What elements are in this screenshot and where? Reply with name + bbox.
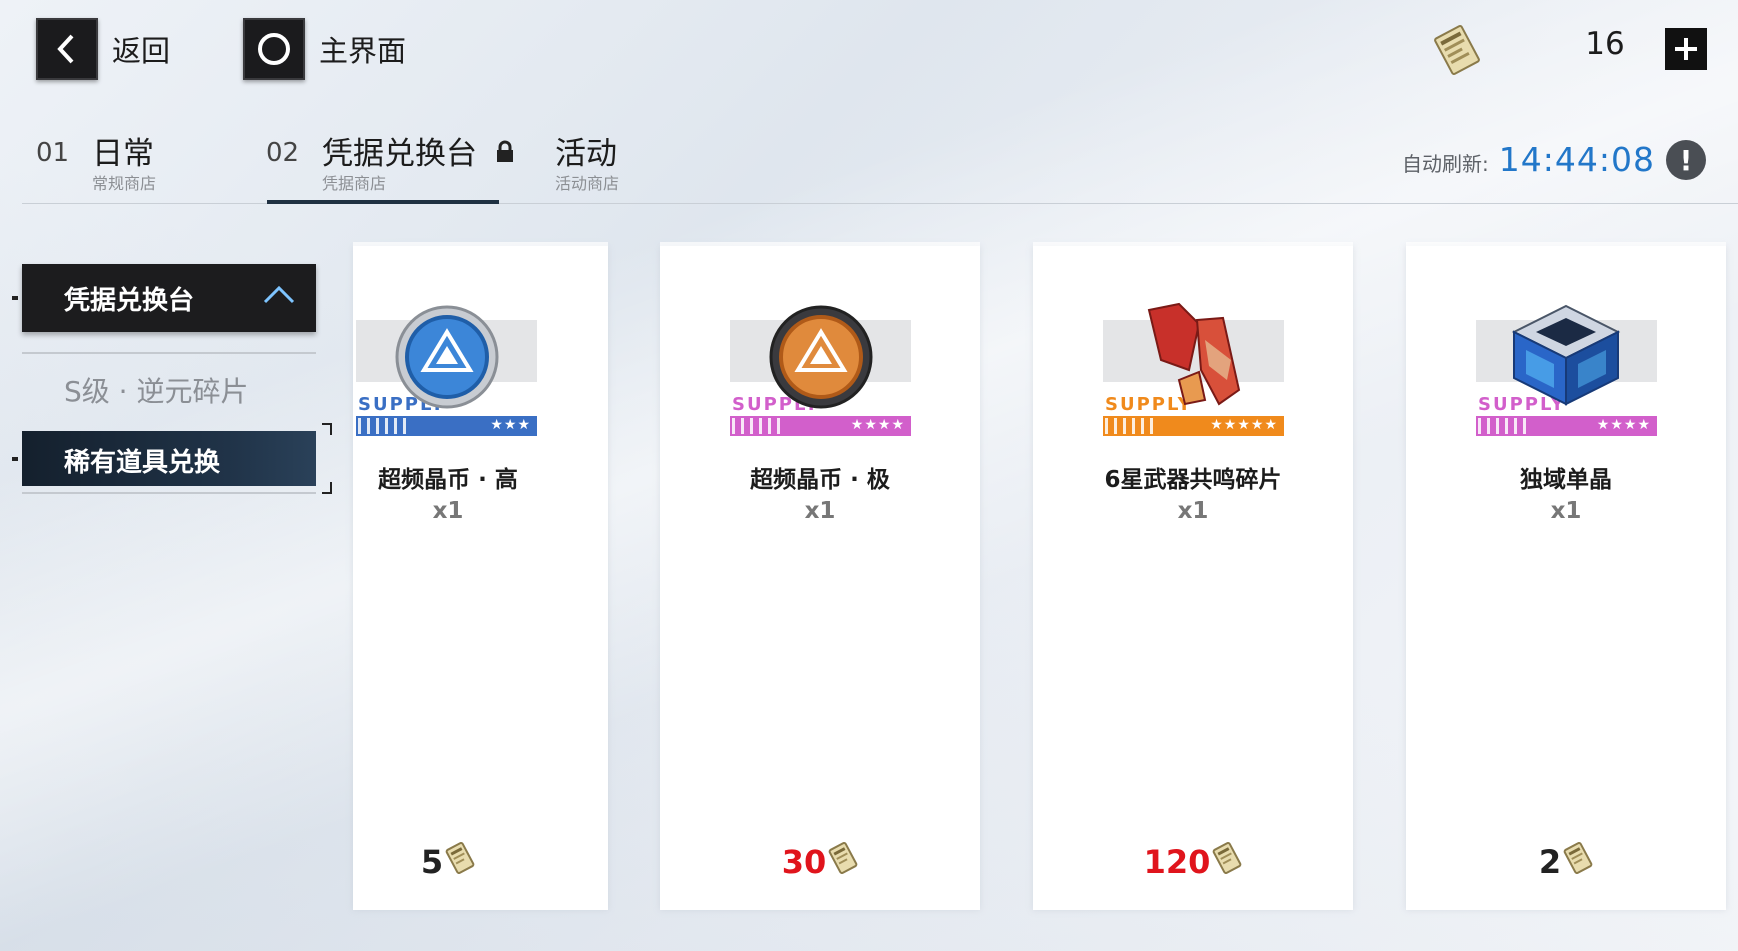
refresh-label: 自动刷新:	[1402, 152, 1489, 176]
item-name: 超频晶币 · 极	[750, 467, 890, 493]
voucher-ticket-icon	[1432, 24, 1482, 80]
selection-bracket	[322, 423, 332, 435]
shop-item-card[interactable]: SUPPLY ★★★★ 超频晶币 · 极 x1 30	[660, 242, 980, 910]
item-name: 独域单晶	[1520, 467, 1612, 493]
home-circle-icon	[243, 18, 305, 80]
sidebar-category-header[interactable]: 凭据兑换台	[22, 264, 316, 332]
tab-subtitle: 常规商店	[92, 174, 157, 193]
item-quantity: x1	[1550, 498, 1582, 524]
currency-counter: 16	[1430, 18, 1710, 80]
voucher-ticket-icon	[445, 842, 475, 882]
selection-bracket	[322, 482, 332, 494]
info-icon[interactable]: !	[1666, 140, 1706, 180]
tab-title: 凭据兑换台	[322, 136, 477, 172]
item-name: 6星武器共鸣碎片	[1104, 467, 1282, 493]
rarity-bar: ★★★★	[1476, 416, 1657, 436]
tab-title: 活动	[555, 136, 617, 172]
sidebar-item-rare-exchange[interactable]: 稀有道具兑换	[22, 431, 316, 486]
currency-value: 16	[1585, 26, 1625, 62]
auto-refresh-timer: 自动刷新: 14:44:08	[1402, 140, 1655, 179]
item-quantity: x1	[804, 498, 836, 524]
rarity-stars: ★★★★	[850, 417, 905, 433]
active-tab-indicator	[267, 200, 499, 204]
tab-number: 01	[36, 138, 70, 168]
voucher-ticket-icon	[1212, 842, 1242, 882]
sidebar-divider	[22, 492, 316, 494]
item-price: 2	[1471, 842, 1661, 882]
price-value: 30	[781, 843, 827, 881]
sidebar-marker	[12, 457, 18, 461]
item-frame: SUPPLY ★★★★★	[1103, 302, 1284, 436]
rarity-stars: ★★★	[490, 417, 531, 433]
lock-icon	[495, 140, 515, 171]
back-arrow-icon	[36, 18, 98, 80]
blue-overclock-coin-icon	[392, 302, 502, 416]
item-frame: SUPPLY ★★★★	[1476, 304, 1657, 436]
voucher-ticket-icon	[1563, 842, 1593, 882]
sidebar-divider	[22, 352, 316, 354]
rarity-bar: ★★★★★	[1103, 416, 1284, 436]
shop-item-card[interactable]: SUPPLY ★★★★★ 6星武器共鸣碎片 x1 120	[1033, 242, 1353, 910]
rarity-bar: ★★★	[356, 416, 537, 436]
shop-item-card[interactable]: SUPPLY ★★★ 超频晶币 · 高 x1 5	[353, 242, 608, 910]
price-value: 5	[420, 843, 444, 881]
item-quantity: x1	[432, 498, 464, 524]
chevron-up-icon	[262, 282, 296, 310]
item-quantity: x1	[1177, 498, 1209, 524]
red-weapon-shard-icon	[1139, 300, 1259, 414]
sidebar-item-label: 稀有道具兑换	[64, 448, 221, 478]
item-price: 30	[725, 842, 915, 882]
rarity-stars: ★★★★★	[1210, 417, 1278, 433]
gold-overclock-coin-icon	[766, 302, 876, 416]
tab-subtitle: 凭据商店	[322, 174, 387, 193]
item-price: 5	[353, 842, 543, 882]
rarity-bar: ★★★★	[730, 416, 911, 436]
add-currency-button[interactable]	[1665, 28, 1707, 70]
price-value: 120	[1143, 843, 1211, 881]
sidebar-header-label: 凭据兑换台	[64, 286, 195, 316]
home-label: 主界面	[319, 34, 407, 68]
tab-number: 02	[266, 138, 300, 168]
shop-item-card[interactable]: SUPPLY ★★★★ 独域单晶 x1 2	[1406, 242, 1726, 910]
domain-crystal-cube-icon	[1506, 300, 1626, 414]
home-button[interactable]: 主界面	[243, 18, 406, 80]
price-value: 2	[1538, 843, 1562, 881]
sidebar-item-s-rank-shards[interactable]: S级 · 逆元碎片	[64, 370, 248, 410]
sidebar-marker	[12, 296, 18, 300]
item-name: 超频晶币 · 高	[378, 467, 518, 493]
item-frame: SUPPLY ★★★★	[730, 305, 911, 436]
rarity-stars: ★★★★	[1596, 417, 1651, 433]
item-frame: SUPPLY ★★★	[356, 305, 537, 436]
tab-title: 日常	[92, 136, 154, 172]
back-label: 返回	[112, 34, 171, 68]
plus-icon	[1675, 38, 1697, 60]
voucher-ticket-icon	[828, 842, 858, 882]
refresh-time: 14:44:08	[1498, 140, 1655, 179]
tab-subtitle: 活动商店	[555, 174, 620, 193]
item-price: 120	[1098, 842, 1288, 882]
back-button[interactable]: 返回	[36, 18, 170, 80]
